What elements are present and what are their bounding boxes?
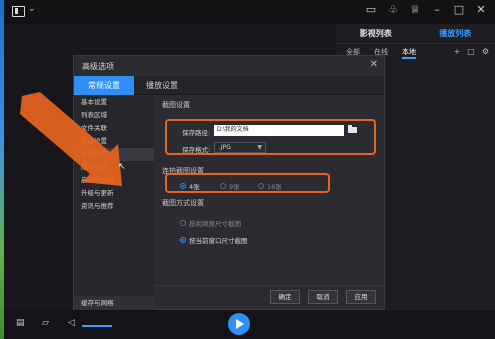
titlebar-controls: ▭ ♧ ♕ – □ ✕: [365, 3, 487, 16]
tv-icon[interactable]: ▭: [365, 3, 377, 16]
section-title-capture-mode: 截图方式设置: [162, 199, 204, 207]
menu-item-cache-network[interactable]: 缓存与网络: [74, 296, 154, 310]
control-bar: ▤ ▱ ◁: [4, 310, 495, 339]
highlight-box-burst-options: [165, 173, 330, 193]
section-title-screenshot: 截图设置: [162, 101, 190, 109]
bell-icon[interactable]: ♧: [387, 3, 399, 16]
radio-button: [180, 237, 186, 243]
dialog-divider: [154, 285, 386, 286]
playlist-icon[interactable]: ▤: [16, 318, 25, 328]
mode-option-original-size[interactable]: 按视频原尺寸截图: [180, 218, 241, 228]
dialog-title: 高级选项: [82, 62, 114, 71]
ok-button[interactable]: 确定: [270, 290, 300, 304]
mode-option-window-size[interactable]: 按当前窗口尺寸截图: [180, 235, 248, 245]
chevron-down-icon[interactable]: ⌄: [28, 4, 36, 14]
radio-button: [180, 220, 186, 226]
volume-slider[interactable]: [82, 325, 112, 327]
tab-video-list[interactable]: 影视列表: [336, 24, 416, 43]
tab-playback-settings[interactable]: 播放设置: [134, 76, 190, 95]
playlist-tools: + □ ⚙: [454, 45, 489, 59]
highlight-box-save-settings: [165, 119, 376, 155]
folder-icon[interactable]: □: [467, 45, 475, 59]
player-titlebar: ⌄ ▭ ♧ ♕ – □ ✕: [4, 0, 495, 24]
open-folder-icon[interactable]: ▱: [42, 318, 49, 328]
minimize-icon[interactable]: –: [431, 3, 443, 16]
subtab-local[interactable]: 本地: [402, 45, 416, 59]
maximize-icon[interactable]: □: [453, 3, 465, 16]
settings-icon[interactable]: ⚙: [482, 45, 489, 59]
playlist-tabs: 影视列表 播放列表: [336, 24, 495, 44]
volume-icon[interactable]: ◁: [68, 318, 75, 328]
cancel-button[interactable]: 取消: [308, 290, 338, 304]
close-icon[interactable]: ✕: [370, 59, 378, 70]
annotation-arrow-icon: [20, 92, 122, 186]
menu-item-news[interactable]: 资讯与推荐: [74, 200, 154, 213]
apply-button[interactable]: 应用: [346, 290, 376, 304]
play-icon: [236, 319, 244, 329]
tab-play-list[interactable]: 播放列表: [416, 24, 495, 43]
mouse-cursor-icon: ↖: [118, 162, 126, 172]
add-icon[interactable]: +: [454, 45, 461, 59]
crown-icon[interactable]: ♕: [409, 3, 421, 16]
close-icon[interactable]: ✕: [475, 3, 487, 16]
app-logo-icon[interactable]: [12, 6, 25, 17]
play-button[interactable]: [228, 313, 250, 335]
